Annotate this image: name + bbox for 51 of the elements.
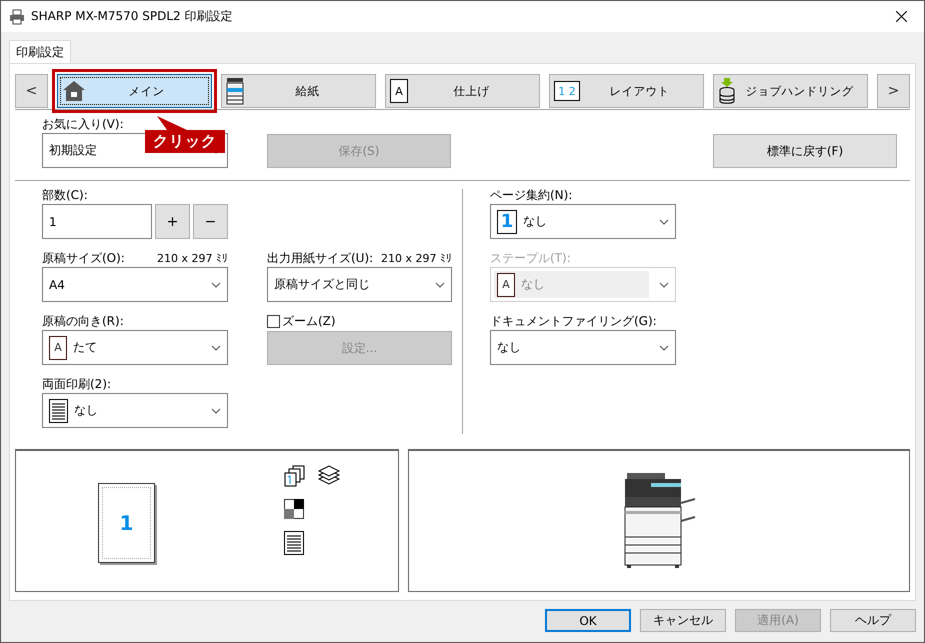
category-tab[interactable]: 給紙 xyxy=(221,74,376,108)
callout-pointer xyxy=(157,116,187,130)
field-label: 原稿サイズ(O): xyxy=(42,250,125,267)
next-button[interactable]: > xyxy=(877,74,910,108)
letter-page-icon: A xyxy=(497,272,515,296)
reset-button[interactable]: 標準に戻す(F) xyxy=(713,134,897,168)
close-icon xyxy=(896,11,906,22)
page-number-icon: 1 xyxy=(497,210,517,234)
collate-icon xyxy=(284,465,306,487)
field-label: ステープル(T): xyxy=(490,250,572,267)
color-mode-icon xyxy=(284,499,304,519)
dropdown[interactable]: なし xyxy=(490,330,676,365)
decrement-button[interactable]: − xyxy=(193,204,228,239)
field-label: 出力用紙サイズ(U): xyxy=(267,250,374,267)
tab[interactable]: 印刷設定 xyxy=(9,40,71,63)
field-label: ドキュメントファイリング(G): xyxy=(490,313,658,330)
two-pages-icon: 1 2 xyxy=(554,81,580,101)
dialog-button[interactable]: ヘルプ xyxy=(830,609,916,632)
size-text: 210 x 297 ﾐﾘ xyxy=(157,251,228,267)
copies-field[interactable]: 1 xyxy=(42,204,152,239)
dropdown[interactable]: A4 xyxy=(42,267,228,302)
field-label: 部数(C): xyxy=(42,187,89,204)
text-page-icon xyxy=(49,398,68,422)
field-label: お気に入り(V): xyxy=(42,116,124,133)
category-tab[interactable]: ジョブハンドリング xyxy=(713,74,868,108)
size-text: 210 x 297 ﾐﾘ xyxy=(381,251,452,267)
home-icon xyxy=(62,80,86,102)
dropdown[interactable]: なし xyxy=(42,393,228,428)
copier-icon xyxy=(226,77,244,105)
category-tab[interactable]: メイン xyxy=(57,74,212,108)
category-tab[interactable]: 1 2 レイアウト xyxy=(549,74,704,108)
field-label: 両面印刷(2): xyxy=(42,376,112,393)
letter-page-icon: A xyxy=(49,336,67,360)
dialog-button[interactable]: キャンセル xyxy=(640,609,726,632)
page-number: 1 xyxy=(120,511,134,535)
text-page-icon xyxy=(284,531,304,555)
field-label: 原稿の向き(R): xyxy=(42,313,125,330)
dropdown[interactable]: 原稿サイズと同じ xyxy=(267,267,452,302)
increment-button[interactable]: + xyxy=(155,204,190,239)
database-icon xyxy=(718,78,736,104)
category-tab[interactable]: A 仕上げ xyxy=(385,74,540,108)
dialog-button[interactable]: OK xyxy=(545,609,631,632)
letter-page-icon: A xyxy=(390,79,408,103)
zoom-checkbox[interactable]: ズーム(Z) xyxy=(267,313,452,330)
printer-icon xyxy=(9,8,25,24)
previous-button[interactable]: < xyxy=(15,74,48,108)
stack-icon xyxy=(318,465,340,485)
window-title: SHARP MX-M7570 SPDL2 印刷設定 xyxy=(31,8,234,25)
field-label: ページ集約(N): xyxy=(490,187,574,204)
dropdown[interactable]: 1 なし xyxy=(490,204,676,239)
dropdown[interactable]: A たて xyxy=(42,330,228,365)
